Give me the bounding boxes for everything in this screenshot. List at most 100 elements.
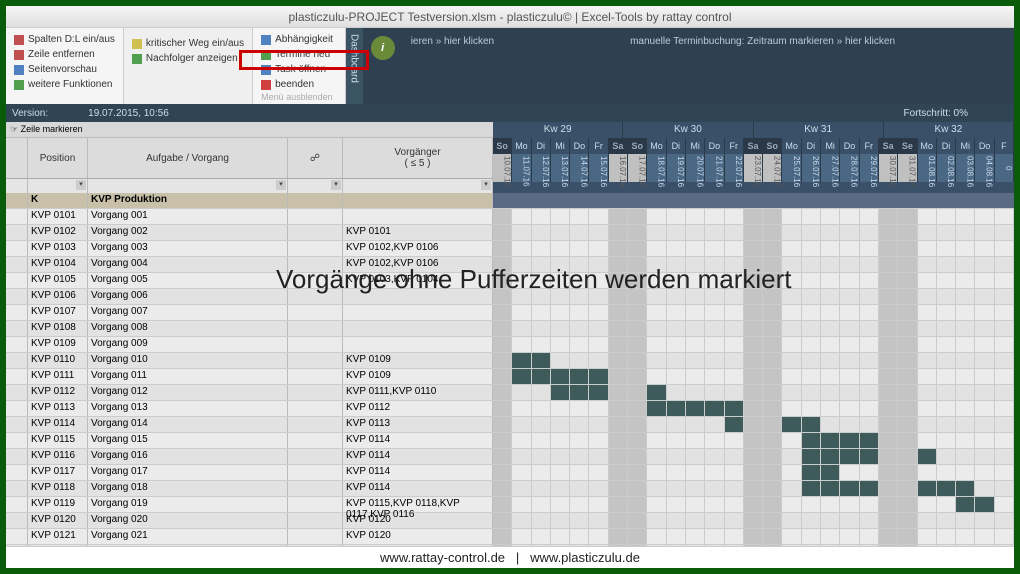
gantt-cell[interactable] (609, 353, 628, 368)
gantt-cell[interactable] (860, 321, 879, 336)
gantt-cell[interactable] (821, 417, 840, 432)
gantt-cell[interactable] (725, 225, 744, 240)
table-row[interactable]: KVP 0104Vorgang 004KVP 0102,KVP 0106 (6, 257, 1014, 273)
ribbon-item[interactable]: weitere Funktionen (14, 77, 115, 92)
gantt-cell[interactable] (512, 289, 531, 304)
table-row[interactable]: KVP 0110Vorgang 010KVP 0109 (6, 353, 1014, 369)
gantt-cell[interactable] (609, 225, 628, 240)
gantt-cell[interactable] (532, 337, 551, 352)
gantt-cell[interactable] (589, 305, 608, 320)
gantt-cell[interactable] (551, 465, 570, 480)
gantt-cell[interactable] (686, 449, 705, 464)
gantt-cell[interactable] (879, 529, 898, 544)
gantt-cell[interactable] (493, 529, 512, 544)
gantt-area[interactable] (493, 193, 1014, 208)
gantt-cell[interactable] (898, 241, 917, 256)
gantt-cell[interactable] (647, 497, 666, 512)
gantt-cell[interactable] (744, 513, 763, 528)
gantt-cell[interactable] (995, 497, 1014, 512)
gantt-cell[interactable] (512, 433, 531, 448)
gantt-cell[interactable] (686, 289, 705, 304)
gantt-cell[interactable] (860, 289, 879, 304)
gantt-cell[interactable] (667, 321, 686, 336)
gantt-cell[interactable] (840, 337, 859, 352)
gantt-cell[interactable] (918, 273, 937, 288)
filter-mid[interactable]: ▾ (288, 179, 343, 193)
gantt-cell[interactable] (705, 337, 724, 352)
gantt-cell[interactable] (705, 497, 724, 512)
gantt-cell[interactable] (782, 321, 801, 336)
gantt-cell[interactable] (744, 385, 763, 400)
table-row[interactable]: KKVP Produktion (6, 193, 1014, 209)
gantt-cell[interactable] (686, 465, 705, 480)
gantt-cell[interactable] (667, 433, 686, 448)
gantt-cell[interactable] (763, 353, 782, 368)
gantt-cell[interactable] (879, 289, 898, 304)
gantt-cell[interactable] (551, 225, 570, 240)
gantt-cell[interactable] (725, 433, 744, 448)
gantt-cell[interactable] (918, 209, 937, 224)
gantt-cell[interactable] (802, 433, 821, 448)
gantt-cell[interactable] (898, 273, 917, 288)
gantt-cell[interactable] (802, 289, 821, 304)
gantt-cell[interactable] (956, 481, 975, 496)
gantt-cell[interactable] (686, 529, 705, 544)
gantt-cell[interactable] (898, 513, 917, 528)
table-row[interactable]: KVP 0116Vorgang 016KVP 0114 (6, 449, 1014, 465)
gantt-cell[interactable] (570, 513, 589, 528)
gantt-cell[interactable] (705, 401, 724, 416)
gantt-cell[interactable] (570, 209, 589, 224)
gantt-cell[interactable] (937, 417, 956, 432)
gantt-cell[interactable] (647, 225, 666, 240)
gantt-cell[interactable] (551, 433, 570, 448)
gantt-cell[interactable] (821, 225, 840, 240)
ribbon-item[interactable]: Termine neu (261, 47, 337, 62)
gantt-area[interactable] (493, 385, 1014, 400)
gantt-cell[interactable] (493, 417, 512, 432)
gantt-cell[interactable] (686, 257, 705, 272)
gantt-cell[interactable] (725, 337, 744, 352)
gantt-cell[interactable] (975, 273, 994, 288)
gantt-cell[interactable] (860, 225, 879, 240)
gantt-cell[interactable] (782, 369, 801, 384)
gantt-cell[interactable] (782, 273, 801, 288)
gantt-cell[interactable] (975, 305, 994, 320)
gantt-area[interactable] (493, 497, 1014, 512)
gantt-cell[interactable] (609, 337, 628, 352)
gantt-cell[interactable] (898, 449, 917, 464)
gantt-cell[interactable] (570, 369, 589, 384)
gantt-cell[interactable] (686, 209, 705, 224)
gantt-cell[interactable] (628, 465, 647, 480)
gantt-cell[interactable] (609, 209, 628, 224)
gantt-cell[interactable] (898, 305, 917, 320)
gantt-cell[interactable] (493, 449, 512, 464)
gantt-cell[interactable] (937, 369, 956, 384)
gantt-cell[interactable] (532, 257, 551, 272)
gantt-cell[interactable] (995, 465, 1014, 480)
gantt-cell[interactable] (667, 449, 686, 464)
gantt-cell[interactable] (493, 225, 512, 240)
gantt-cell[interactable] (821, 289, 840, 304)
ribbon-item[interactable]: Nachfolger anzeigen (132, 51, 244, 66)
gantt-cell[interactable] (744, 321, 763, 336)
gantt-cell[interactable] (667, 337, 686, 352)
gantt-cell[interactable] (589, 369, 608, 384)
gantt-cell[interactable] (551, 481, 570, 496)
gantt-cell[interactable] (995, 257, 1014, 272)
gantt-cell[interactable] (956, 497, 975, 512)
gantt-cell[interactable] (589, 401, 608, 416)
gantt-area[interactable] (493, 273, 1014, 288)
gantt-cell[interactable] (840, 401, 859, 416)
gantt-cell[interactable] (860, 417, 879, 432)
gantt-cell[interactable] (802, 385, 821, 400)
gantt-cell[interactable] (956, 465, 975, 480)
gantt-cell[interactable] (647, 401, 666, 416)
gantt-cell[interactable] (782, 337, 801, 352)
gantt-cell[interactable] (744, 401, 763, 416)
gantt-cell[interactable] (532, 305, 551, 320)
gantt-cell[interactable] (570, 305, 589, 320)
gantt-cell[interactable] (937, 433, 956, 448)
gantt-cell[interactable] (975, 209, 994, 224)
gantt-cell[interactable] (589, 257, 608, 272)
gantt-cell[interactable] (840, 369, 859, 384)
